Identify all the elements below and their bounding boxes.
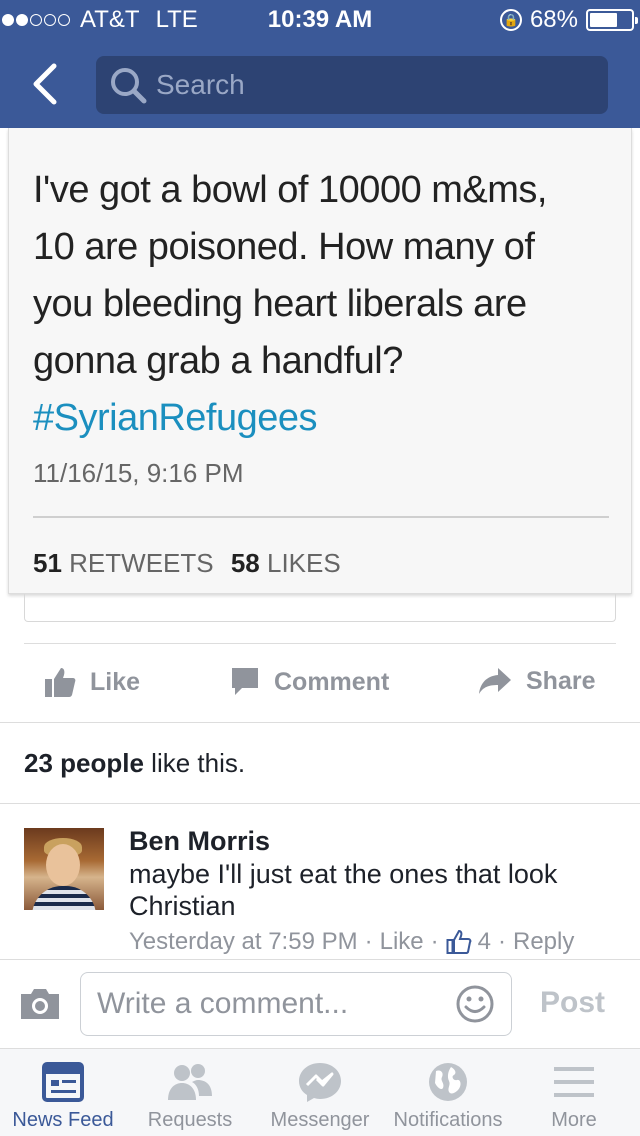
tab-more[interactable]: More [534,1049,614,1136]
divider [0,803,640,804]
tab-label: Messenger [270,1109,370,1131]
comment-composer: Post [0,960,640,1048]
messenger-icon [299,1063,341,1102]
comment-label: Comment [274,667,390,696]
comment-input-box[interactable] [80,972,512,1036]
divider [33,516,609,518]
bottom-tab-bar: News Feed Requests Messenger Notificatio… [0,1049,640,1136]
avatar[interactable] [24,828,104,910]
tweet-hashtag: #SyrianRefugees [33,397,318,439]
share-button[interactable]: Share [478,666,595,696]
tab-messenger[interactable]: Messenger [262,1049,378,1136]
post-actions: Like Comment Share [0,652,640,718]
tab-label: More [551,1109,597,1131]
search-icon [111,68,147,104]
requests-icon [168,1064,212,1100]
divider [0,722,640,723]
back-arrow-icon[interactable] [28,62,68,106]
comment-button[interactable]: Comment [230,666,389,698]
post-card-bottom [24,594,616,622]
tab-notifications[interactable]: Notifications [384,1049,512,1136]
tweet-stats: 51 RETWEETS 58 LIKES [33,548,341,579]
comment-icon [232,668,258,695]
status-bar: AT&T LTE 10:39 AM 🔒 68% [0,0,640,40]
post-button[interactable]: Post [540,986,605,1020]
comment-like-link[interactable]: Like [380,928,424,956]
thumbs-up-outline-icon [446,929,472,954]
tab-requests[interactable]: Requests [140,1049,240,1136]
tab-news-feed[interactable]: News Feed [8,1049,118,1136]
emoji-icon[interactable] [455,984,495,1024]
tweet-likes-count: 58 [230,548,260,578]
likes-suffix: like this. [143,748,246,778]
shared-tweet-image[interactable]: I've got a bowl of 10000 m&ms, 10 are po… [8,128,632,594]
comment-author[interactable]: Ben Morris [129,826,270,857]
battery-icon [586,9,638,31]
comment-text: maybe I'll just eat the ones that look C… [129,859,558,921]
tweet-line: 10 are poisoned. How many of [33,226,535,268]
battery-percent: 68% [529,6,578,33]
share-label: Share [526,666,596,695]
like-label: Like [90,667,141,696]
comment-time[interactable]: Yesterday at 7:59 PM [129,928,358,956]
search-bar[interactable] [96,56,608,114]
rotation-lock-icon: 🔒 [499,9,522,31]
likes-count: 23 people [24,748,144,778]
tweet-line: gonna grab a handful? [33,340,403,382]
retweets-count: 51 [33,548,62,578]
tweet-line: I've got a bowl of 10000 m&ms, [33,169,547,211]
tweet-text: I've got a bowl of 10000 m&ms, 10 are po… [33,162,623,447]
search-input[interactable] [156,69,576,101]
menu-icon [554,1067,594,1097]
tab-label: Requests [147,1109,233,1131]
retweets-label: RETWEETS [69,548,214,578]
like-button[interactable]: Like [44,666,140,698]
tab-label: News Feed [12,1109,114,1131]
camera-icon[interactable] [18,986,62,1022]
likes-summary[interactable]: 23 people like this. [24,748,245,779]
tweet-date: 11/16/15, 9:16 PM [33,458,244,488]
tweet-line: you bleeding heart liberals are [33,283,527,325]
share-arrow-icon [479,668,511,694]
thumbs-up-icon [45,668,76,697]
comment-meta: Yesterday at 7:59 PM · Like · 4 · Reply [129,928,575,956]
comment-like-count: 4 [477,928,491,955]
globe-icon [429,1063,467,1101]
top-bar: AT&T LTE 10:39 AM 🔒 68% [0,0,640,128]
divider [24,643,616,644]
tab-label: Notifications [393,1109,503,1131]
comment-input[interactable] [81,987,441,1021]
comment-reply-link[interactable]: Reply [513,928,574,956]
news-feed-icon [42,1062,84,1102]
tweet-likes-label: LIKES [267,548,341,578]
